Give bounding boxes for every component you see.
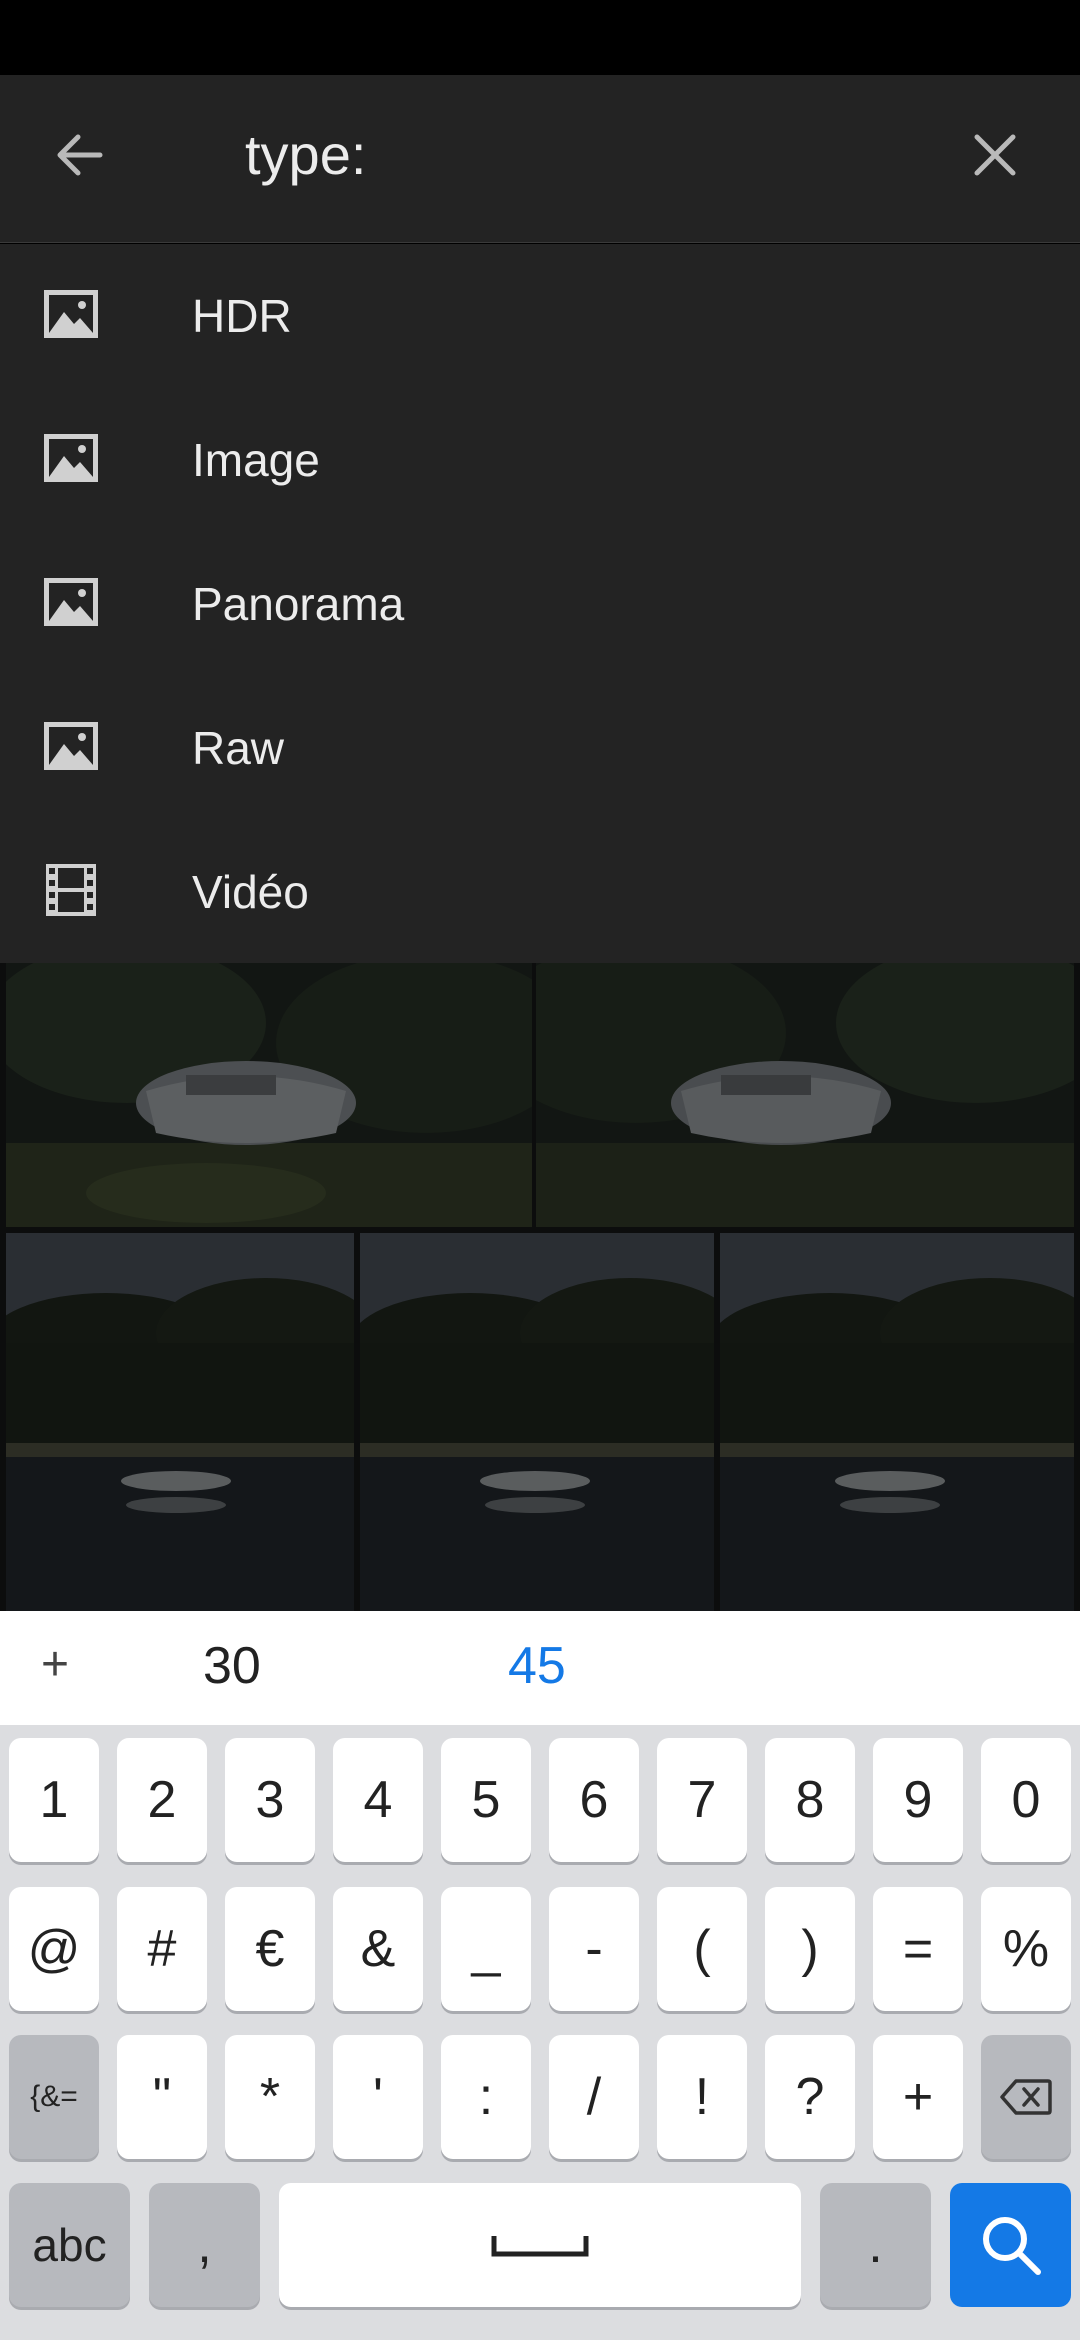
film-icon: [46, 864, 96, 916]
suggestion-word[interactable]: 30: [203, 1635, 261, 1697]
backspace-icon: [1000, 2079, 1052, 2115]
suggestion-label: Vidéo: [192, 866, 309, 918]
key-at[interactable]: @: [9, 1887, 99, 2011]
key-underscore[interactable]: _: [441, 1887, 531, 2011]
key-open-paren[interactable]: (: [657, 1887, 747, 2011]
image-icon: [44, 578, 98, 626]
photo-thumbnail[interactable]: [720, 1233, 1074, 1611]
key-question[interactable]: ?: [765, 2035, 855, 2159]
key-8[interactable]: 8: [765, 1738, 855, 1862]
key-hash[interactable]: #: [117, 1887, 207, 2011]
backspace-key[interactable]: [981, 2035, 1071, 2159]
key-colon[interactable]: :: [441, 2035, 531, 2159]
photo-thumbnail[interactable]: [6, 1233, 354, 1611]
suggestion-panorama[interactable]: Panorama: [0, 532, 1080, 676]
search-input[interactable]: type:: [245, 125, 366, 185]
key-double-quote[interactable]: ": [117, 2035, 207, 2159]
suggestion-image[interactable]: Image: [0, 388, 1080, 532]
suggestion-label: Image: [192, 434, 320, 486]
arrow-left-icon: [57, 134, 103, 176]
space-key[interactable]: [279, 2183, 801, 2307]
key-period[interactable]: .: [820, 2183, 931, 2307]
keyboard: + 30 45 1 2 3 4 5 6 7 8 9 0 @ # € & _ - …: [0, 1611, 1080, 2340]
key-exclamation[interactable]: !: [657, 2035, 747, 2159]
suggestion-raw[interactable]: Raw: [0, 676, 1080, 820]
key-hyphen[interactable]: -: [549, 1887, 639, 2011]
key-plus[interactable]: +: [873, 2035, 963, 2159]
status-bar: [0, 0, 1080, 75]
key-5[interactable]: 5: [441, 1738, 531, 1862]
suggestion-video[interactable]: Vidéo: [0, 820, 1080, 964]
key-asterisk[interactable]: *: [225, 2035, 315, 2159]
key-1[interactable]: 1: [9, 1738, 99, 1862]
key-6[interactable]: 6: [549, 1738, 639, 1862]
space-icon: [491, 2236, 589, 2257]
back-button[interactable]: [40, 115, 120, 195]
key-euro[interactable]: €: [225, 1887, 315, 2011]
photo-thumbnail[interactable]: [536, 963, 1074, 1227]
search-header: type:: [0, 75, 1080, 243]
key-3[interactable]: 3: [225, 1738, 315, 1862]
suggestion-label: Raw: [192, 722, 285, 774]
suggestion-label: HDR: [192, 290, 292, 342]
key-ampersand[interactable]: &: [333, 1887, 423, 2011]
key-7[interactable]: 7: [657, 1738, 747, 1862]
photo-thumbnail[interactable]: [6, 963, 532, 1227]
suggestion-word[interactable]: 45: [508, 1635, 566, 1697]
search-icon: [982, 2217, 1041, 2275]
image-icon: [44, 290, 98, 338]
photo-grid: [0, 963, 1080, 1611]
key-4[interactable]: 4: [333, 1738, 423, 1862]
photo-thumbnail[interactable]: [360, 1233, 714, 1611]
close-icon: [974, 134, 1016, 176]
type-suggestions-list: HDR Image Panorama Raw Vidéo: [0, 244, 1080, 963]
suggestion-plus-button[interactable]: +: [30, 1635, 80, 1695]
abc-key[interactable]: abc: [9, 2183, 130, 2307]
key-comma[interactable]: ,: [149, 2183, 260, 2307]
suggestion-label: Panorama: [192, 578, 405, 630]
key-0[interactable]: 0: [981, 1738, 1071, 1862]
key-slash[interactable]: /: [549, 2035, 639, 2159]
key-equals[interactable]: =: [873, 1887, 963, 2011]
suggestion-hdr[interactable]: HDR: [0, 244, 1080, 388]
keyboard-suggestion-bar: + 30 45: [0, 1611, 1080, 1725]
key-apostrophe[interactable]: ': [333, 2035, 423, 2159]
image-icon: [44, 434, 98, 482]
key-9[interactable]: 9: [873, 1738, 963, 1862]
key-symbols-toggle[interactable]: {&=: [9, 2035, 99, 2159]
image-icon: [44, 722, 98, 770]
key-2[interactable]: 2: [117, 1738, 207, 1862]
key-percent[interactable]: %: [981, 1887, 1071, 2011]
key-close-paren[interactable]: ): [765, 1887, 855, 2011]
clear-search-button[interactable]: [955, 115, 1035, 195]
search-key[interactable]: [950, 2183, 1071, 2307]
